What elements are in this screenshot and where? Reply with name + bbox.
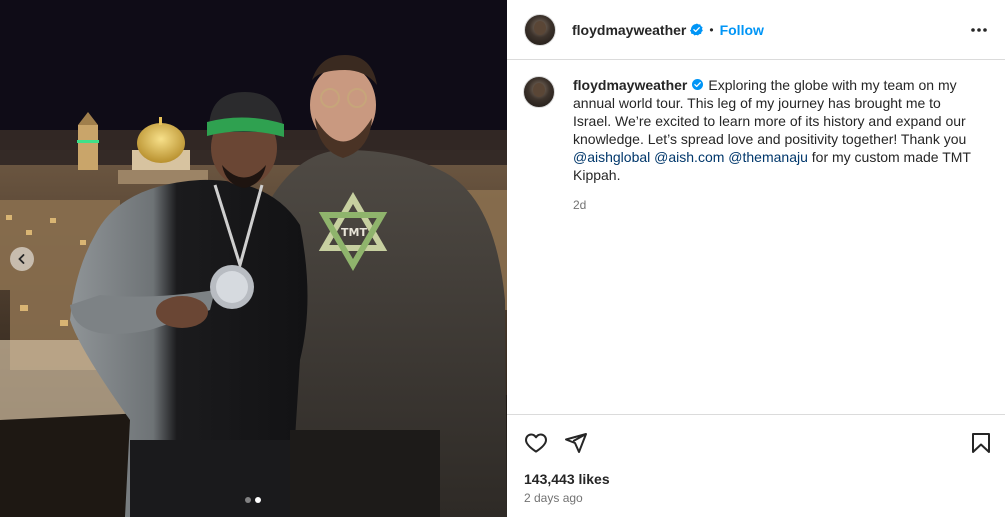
chevron-left-icon: [18, 254, 25, 264]
mention-link[interactable]: @themanaju: [728, 149, 808, 165]
svg-text:TMT: TMT: [341, 226, 367, 239]
like-count[interactable]: 143,443 likes: [524, 471, 610, 487]
heart-icon[interactable]: [524, 431, 548, 455]
header-separator: •: [709, 22, 714, 37]
header-username[interactable]: floydmayweather: [572, 22, 686, 38]
paper-plane-icon[interactable]: [564, 431, 588, 455]
caption-timestamp[interactable]: 2d: [573, 196, 978, 214]
more-options-icon[interactable]: [969, 20, 989, 40]
carousel-dot: [245, 497, 251, 503]
verified-badge-icon: [692, 78, 704, 91]
caption-avatar[interactable]: [523, 76, 555, 108]
follow-button[interactable]: Follow: [720, 22, 764, 38]
carousel-indicator: [245, 497, 261, 503]
mention-link[interactable]: @aish.com: [654, 149, 724, 165]
avatar[interactable]: [524, 13, 556, 46]
photo-scene: TMT: [0, 0, 507, 517]
post-header: floydmayweather • Follow: [507, 0, 1005, 60]
post-actions-bar: 143,443 likes 2 days ago: [507, 414, 1005, 517]
caption-username[interactable]: floydmayweather: [573, 77, 687, 93]
carousel-dot-active: [255, 497, 261, 503]
mention-link[interactable]: @aishglobal: [573, 149, 650, 165]
post-timestamp[interactable]: 2 days ago: [524, 491, 583, 505]
caption-body: floydmayweather Exploring the globe with…: [573, 76, 978, 214]
post-details-panel: floydmayweather • Follow floydmayweather…: [507, 0, 1005, 517]
bookmark-icon[interactable]: [969, 431, 993, 455]
post-photo[interactable]: TMT: [0, 0, 507, 517]
post-caption: floydmayweather Exploring the globe with…: [523, 76, 993, 214]
verified-badge-icon: [690, 23, 704, 36]
carousel-previous-button[interactable]: [10, 247, 34, 271]
